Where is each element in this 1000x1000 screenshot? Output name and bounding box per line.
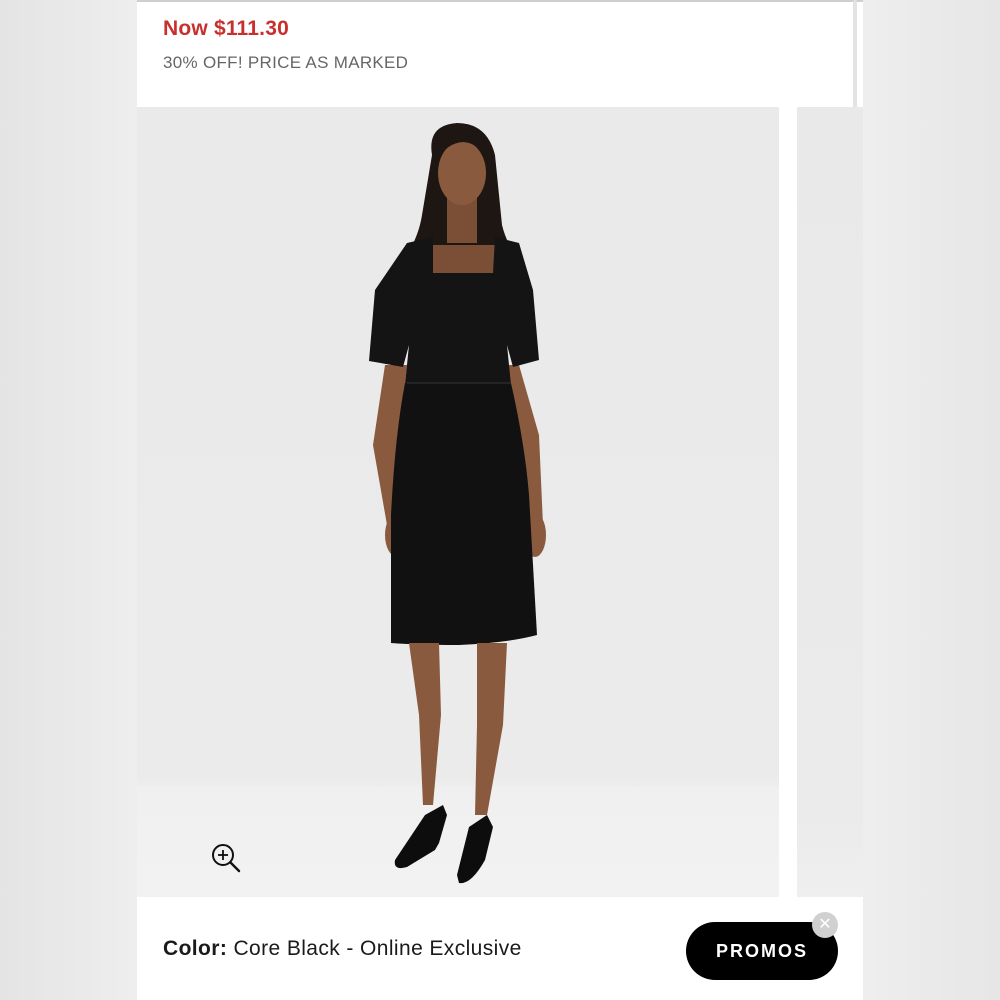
image-gallery[interactable]: [137, 107, 863, 897]
product-image[interactable]: [137, 107, 779, 897]
backdrop-right: [863, 0, 1000, 1000]
model-in-dress: [369, 123, 546, 884]
next-product-image[interactable]: [797, 107, 863, 897]
sale-price: Now $111.30: [163, 17, 289, 40]
zoom-in-icon[interactable]: [209, 841, 245, 877]
bottom-bar: Color: Core Black - Online Exclusive PRO…: [137, 897, 863, 1000]
promo-text: 30% OFF! PRICE AS MARKED: [163, 53, 409, 72]
close-icon[interactable]: ✕: [812, 912, 838, 938]
top-divider: [137, 0, 863, 2]
backdrop-left: [0, 0, 137, 1000]
color-selection: Color: Core Black - Online Exclusive: [163, 937, 522, 961]
product-page: Now $111.30 30% OFF! PRICE AS MARKED Col…: [137, 0, 863, 1000]
color-value: Core Black - Online Exclusive: [233, 937, 522, 960]
color-label: Color:: [163, 937, 228, 960]
price-block: Now $111.30 30% OFF! PRICE AS MARKED: [163, 17, 408, 73]
